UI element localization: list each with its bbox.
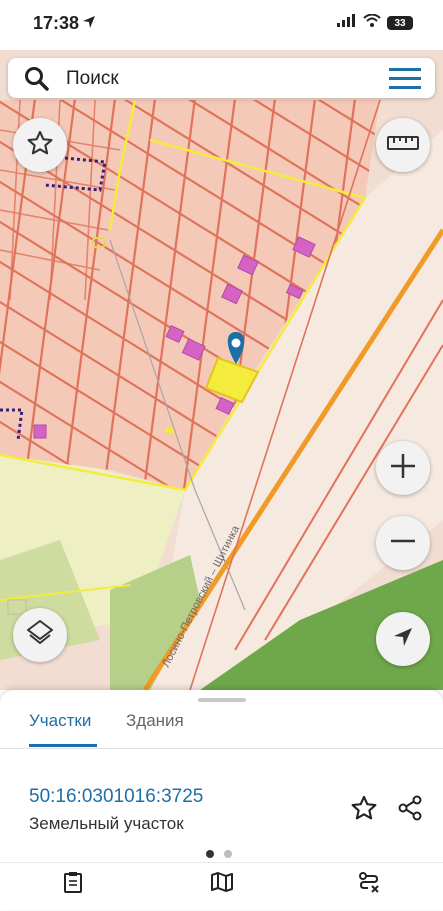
sheet-tabs: Участки Здания [0, 708, 443, 749]
route-settings-icon[interactable] [358, 871, 380, 898]
page-indicator [206, 850, 232, 858]
location-arrow-icon [82, 15, 96, 34]
layers-icon [25, 618, 55, 653]
clipboard-icon[interactable] [62, 871, 84, 898]
zoom-out-button[interactable] [376, 516, 430, 570]
signal-icon [337, 14, 357, 32]
star-icon [26, 129, 54, 162]
hamburger-menu-icon[interactable] [389, 68, 421, 95]
ruler-button[interactable] [376, 118, 430, 172]
plus-icon [388, 451, 418, 486]
sheet-drag-handle[interactable] [198, 698, 246, 702]
tab-parcels[interactable]: Участки [29, 711, 91, 731]
search-input[interactable]: Поиск [66, 68, 119, 90]
star-icon[interactable] [350, 794, 378, 827]
search-icon[interactable] [24, 66, 50, 97]
cadastral-number-link[interactable]: 50:16:0301016:3725 [29, 786, 203, 808]
layers-button[interactable] [13, 608, 67, 662]
navigation-arrow-icon [391, 625, 415, 654]
zoom-in-button[interactable] [376, 441, 430, 495]
battery-icon: 33 [387, 16, 413, 30]
search-bar[interactable]: Поиск [8, 58, 435, 98]
active-tab-indicator [29, 744, 97, 747]
bottom-navigation [0, 862, 443, 911]
page-dot [224, 850, 232, 858]
bottom-sheet[interactable]: Участки Здания 50:16:0301016:3725 Земель… [0, 690, 443, 910]
minus-icon [388, 526, 418, 561]
status-icons: 33 [337, 13, 413, 32]
tab-buildings[interactable]: Здания [126, 711, 184, 731]
status-time: 17:38 [33, 13, 80, 33]
ruler-icon [387, 135, 419, 156]
page-dot-active [206, 850, 214, 858]
parcel-type: Земельный участок [29, 814, 184, 833]
favorite-button[interactable] [13, 118, 67, 172]
locate-me-button[interactable] [376, 612, 430, 666]
status-bar: 17:38 33 [0, 0, 443, 50]
share-icon[interactable] [396, 794, 424, 827]
wifi-icon [363, 13, 381, 32]
map-icon[interactable] [210, 871, 234, 898]
